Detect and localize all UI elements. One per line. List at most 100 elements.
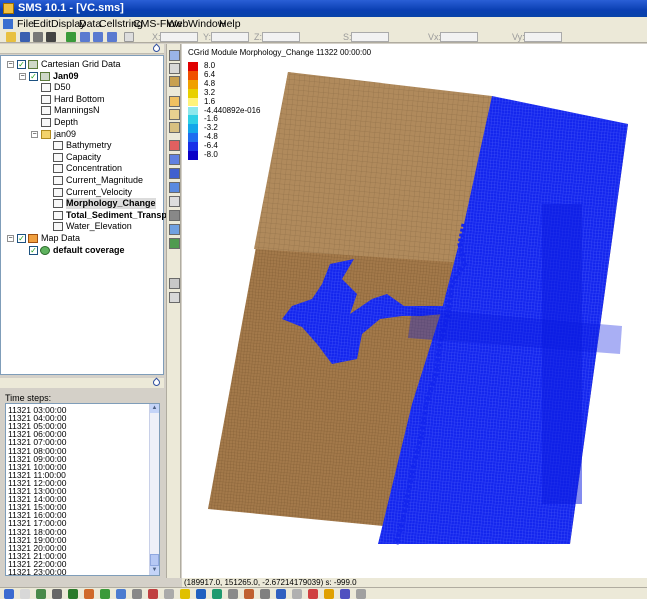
pin-icon[interactable]	[151, 43, 162, 54]
open-icon[interactable]	[6, 32, 16, 42]
menu-web[interactable]: Web	[167, 17, 188, 31]
tree-node-label[interactable]: jan09	[54, 129, 76, 140]
nodes-icon[interactable]	[20, 589, 30, 599]
vy-value-field[interactable]	[524, 32, 562, 42]
tree-node-label[interactable]: Cartesian Grid Data	[41, 59, 121, 70]
menu-help[interactable]: Help	[219, 17, 241, 31]
visibility-checkbox[interactable]: ✓	[17, 60, 26, 69]
collapse-toggle-icon[interactable]: −	[31, 130, 38, 138]
rotate-icon[interactable]	[107, 32, 117, 42]
collapse-toggle-icon[interactable]: −	[7, 61, 14, 68]
quadtree-icon[interactable]	[164, 589, 174, 599]
tree-node-label[interactable]: ManningsN	[54, 105, 100, 116]
tree-node[interactable]: Current_Velocity	[1, 187, 161, 198]
particle-icon[interactable]	[132, 589, 142, 599]
tree-node-label[interactable]: Total_Sediment_Transport	[66, 210, 179, 221]
tree-node-label[interactable]: Map Data	[41, 233, 80, 244]
grid-module-icon[interactable]	[68, 589, 78, 599]
pin-icon[interactable]	[151, 377, 162, 388]
merge-cells-icon[interactable]	[169, 168, 180, 179]
frame-icon[interactable]	[66, 32, 76, 42]
visibility-checkbox[interactable]: ✓	[29, 245, 38, 255]
tree-node[interactable]: Depth	[1, 117, 161, 128]
raster-icon[interactable]	[180, 589, 190, 599]
create-cellstring-icon[interactable]	[169, 210, 180, 221]
menu-file[interactable]: File	[17, 17, 34, 31]
tree-node-label[interactable]: D50	[54, 82, 71, 93]
tree-node[interactable]: − ✓ Cartesian Grid Data	[1, 59, 161, 70]
gis-icon[interactable]	[84, 589, 94, 599]
vx-value-field[interactable]	[440, 32, 478, 42]
tree-node[interactable]: D50	[1, 82, 161, 93]
y-coord-field[interactable]	[211, 32, 249, 42]
print-icon[interactable]	[33, 32, 43, 42]
tree-node[interactable]: Morphology_Change	[1, 198, 161, 210]
probe-icon[interactable]	[169, 278, 180, 289]
tree-node-label[interactable]: Bathymetry	[66, 140, 112, 151]
tree-node[interactable]: ManningsN	[1, 105, 161, 116]
grid-display[interactable]	[182, 44, 647, 578]
tree-node[interactable]: − ✓ Jan09	[1, 71, 161, 82]
s-value-field[interactable]	[351, 32, 389, 42]
timesteps-list[interactable]: ▲ ▼ 11321 03:00:00 11321 04:00:00 11321 05…	[5, 403, 160, 576]
graphics-window[interactable]: CGrid Module Morphology_Change 11322 00:…	[182, 44, 647, 578]
z-coord-field[interactable]	[262, 32, 300, 42]
scroll-down-icon[interactable]: ▼	[150, 566, 159, 575]
tree-node-label[interactable]: Morphology_Change	[66, 198, 156, 210]
cell-select-icon[interactable]	[169, 96, 180, 107]
hash-icon[interactable]	[228, 589, 238, 599]
mesh-icon[interactable]	[100, 589, 110, 599]
tree-node[interactable]: ✓ default coverage	[1, 245, 161, 256]
visibility-checkbox[interactable]: ✓	[17, 234, 26, 243]
arrow-icon[interactable]	[4, 589, 14, 599]
insert-column-icon[interactable]	[169, 154, 180, 165]
tree-node-label[interactable]: Current_Velocity	[66, 187, 132, 198]
zoom-tool-icon[interactable]	[169, 63, 180, 74]
tree-node[interactable]: − ✓ Map Data	[1, 233, 161, 244]
pan-tool-icon[interactable]	[169, 76, 180, 87]
column-select-icon[interactable]	[169, 122, 180, 133]
tree-node-label[interactable]: Concentration	[66, 163, 122, 174]
map-icon[interactable]	[36, 589, 46, 599]
web-icon[interactable]	[196, 589, 206, 599]
tree-node-label[interactable]: Current_Magnitude	[66, 175, 143, 186]
x-coord-field[interactable]	[160, 32, 198, 42]
collapse-toggle-icon[interactable]: −	[7, 235, 14, 242]
zoom-icon[interactable]	[80, 32, 90, 42]
tree-node-label[interactable]: Jan09	[53, 71, 79, 82]
layers-icon[interactable]	[276, 589, 286, 599]
measure-icon[interactable]	[169, 292, 180, 303]
stats-icon[interactable]	[324, 589, 334, 599]
zoom-ext-icon[interactable]	[340, 589, 350, 599]
scroll-up-icon[interactable]: ▲	[150, 404, 159, 413]
menu-data[interactable]: Data	[79, 17, 101, 31]
select-point-icon[interactable]	[169, 196, 180, 207]
tree-node-label[interactable]: Depth	[54, 117, 78, 128]
delete-icon[interactable]	[46, 32, 56, 42]
refine-icon[interactable]	[169, 238, 180, 249]
timesteps-scrollbar[interactable]: ▲ ▼	[149, 404, 159, 575]
row-select-icon[interactable]	[169, 109, 180, 120]
tree-node[interactable]: Water_Elevation	[1, 221, 161, 232]
scroll-thumb[interactable]	[150, 554, 159, 566]
tree-node-label[interactable]: default coverage	[53, 245, 125, 256]
select-grid-icon[interactable]	[169, 50, 180, 61]
tree-node[interactable]: Total_Sediment_Transport	[1, 210, 179, 221]
annotation-icon[interactable]	[148, 589, 158, 599]
cartesian-icon[interactable]	[116, 589, 126, 599]
collapse-toggle-icon[interactable]: −	[19, 72, 26, 80]
document-icon[interactable]	[3, 19, 13, 29]
visibility-checkbox[interactable]: ✓	[29, 71, 38, 81]
split-cells-icon[interactable]	[169, 182, 180, 193]
settings-icon[interactable]	[356, 589, 366, 599]
sun-icon[interactable]	[260, 589, 270, 599]
pan-icon[interactable]	[93, 32, 103, 42]
tree-node[interactable]: Capacity	[1, 152, 161, 163]
menu-edit[interactable]: Edit	[33, 17, 51, 31]
save-icon[interactable]	[20, 32, 30, 42]
tree-node[interactable]: − jan09	[1, 129, 161, 140]
tree-node-label[interactable]: Hard Bottom	[54, 94, 105, 105]
tree-node[interactable]: Bathymetry	[1, 140, 161, 151]
tree-node-label[interactable]: Water_Elevation	[66, 221, 132, 232]
select-cellstring-icon[interactable]	[169, 224, 180, 235]
